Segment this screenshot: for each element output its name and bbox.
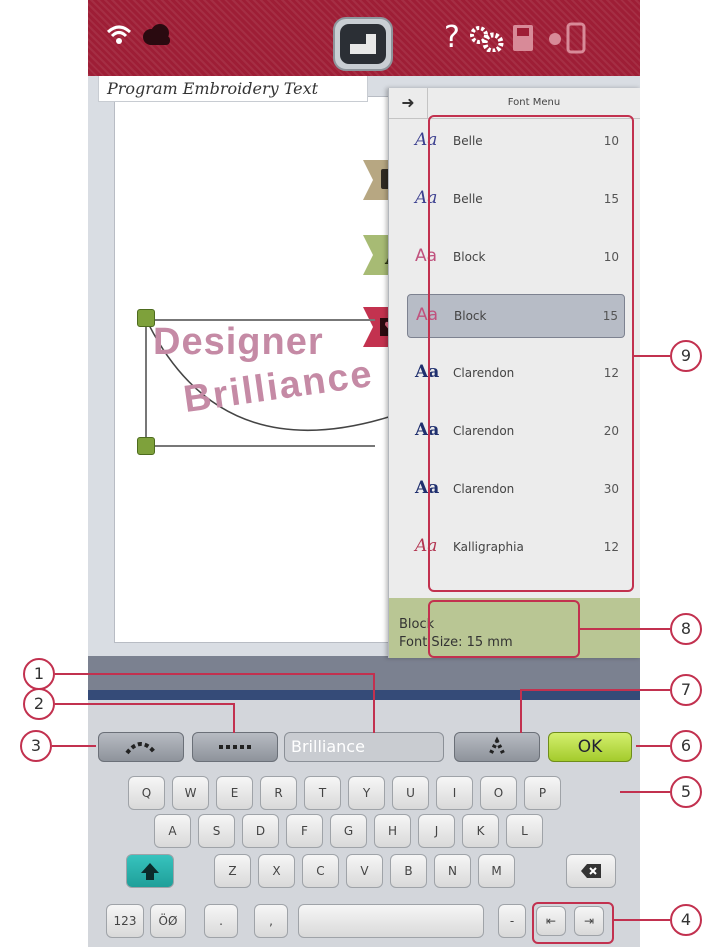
callout-1: 1	[23, 658, 55, 690]
cursor-keys-highlight	[532, 902, 614, 944]
key-m[interactable]: M	[478, 854, 515, 888]
close-arrow-icon[interactable]: ➜	[389, 88, 428, 118]
key-o[interactable]: O	[480, 776, 517, 810]
key-h[interactable]: H	[374, 814, 411, 848]
key-l[interactable]: L	[506, 814, 543, 848]
settings-icon[interactable]	[470, 26, 504, 52]
key-j[interactable]: J	[418, 814, 455, 848]
power-icon[interactable]	[548, 32, 562, 46]
key-t[interactable]: T	[304, 776, 341, 810]
shift-key[interactable]	[126, 854, 174, 888]
key-s[interactable]: S	[198, 814, 235, 848]
key-n[interactable]: N	[434, 854, 471, 888]
resize-handle-bottom[interactable]	[137, 437, 155, 455]
phone-icon[interactable]	[566, 22, 586, 54]
key-z[interactable]: Z	[214, 854, 251, 888]
key-f[interactable]: F	[286, 814, 323, 848]
numbers-key[interactable]: 123	[106, 904, 144, 938]
font-menu-title: Font Menu	[507, 97, 561, 108]
key-e[interactable]: E	[216, 776, 253, 810]
home-icon[interactable]	[332, 16, 394, 72]
callout-9: 9	[670, 340, 702, 372]
help-icon[interactable]: ?	[444, 18, 460, 58]
key-k[interactable]: K	[462, 814, 499, 848]
divider-bar	[88, 690, 640, 700]
key-q[interactable]: Q	[128, 776, 165, 810]
font-info-highlight	[428, 600, 580, 658]
callout-5: 5	[670, 776, 702, 808]
cloud-icon[interactable]	[140, 24, 174, 46]
key-b[interactable]: B	[390, 854, 427, 888]
key-w[interactable]: W	[172, 776, 209, 810]
design-text-line1[interactable]: Designer	[153, 321, 324, 364]
key-i[interactable]: I	[436, 776, 473, 810]
special-chars-key[interactable]: ÖØ	[150, 904, 186, 938]
backspace-key[interactable]	[566, 854, 616, 888]
key-d[interactable]: D	[242, 814, 279, 848]
callout-6: 6	[670, 730, 702, 762]
font-list-highlight	[428, 115, 634, 592]
period-key[interactable]: .	[204, 904, 238, 938]
callout-3: 3	[20, 730, 52, 762]
key-g[interactable]: G	[330, 814, 367, 848]
callout-2: 2	[23, 688, 55, 720]
comma-key[interactable]: ,	[254, 904, 288, 938]
key-r[interactable]: R	[260, 776, 297, 810]
space-key[interactable]	[298, 904, 484, 938]
callout-4: 4	[670, 904, 702, 936]
key-p[interactable]: P	[524, 776, 561, 810]
save-icon[interactable]	[512, 24, 534, 52]
key-c[interactable]: C	[302, 854, 339, 888]
key-v[interactable]: V	[346, 854, 383, 888]
key-y[interactable]: Y	[348, 776, 385, 810]
callout-7: 7	[670, 674, 702, 706]
key-x[interactable]: X	[258, 854, 295, 888]
page-title: Program Embroidery Text	[98, 76, 368, 102]
resize-handle-top[interactable]	[137, 309, 155, 327]
dash-key[interactable]: -	[498, 904, 526, 938]
key-a[interactable]: A	[154, 814, 191, 848]
callout-8: 8	[670, 613, 702, 645]
top-bar: ?	[88, 0, 640, 76]
key-u[interactable]: U	[392, 776, 429, 810]
wifi-icon	[106, 24, 132, 46]
